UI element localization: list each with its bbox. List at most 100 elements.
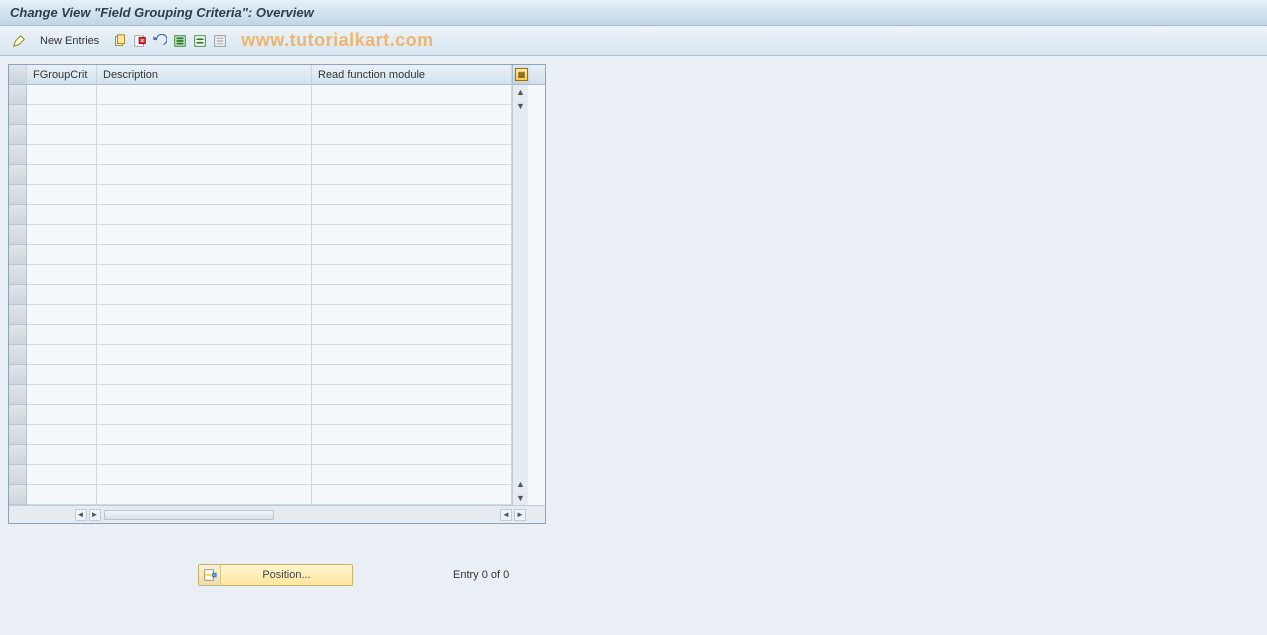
cell-description[interactable] — [97, 485, 312, 505]
cell-fgroupcrit[interactable] — [27, 185, 97, 205]
row-selector[interactable] — [9, 445, 27, 465]
cell-description[interactable] — [97, 125, 312, 145]
cell-fgroupcrit[interactable] — [27, 85, 97, 105]
cell-description[interactable] — [97, 225, 312, 245]
scroll-up-step-icon[interactable]: ▼ — [514, 99, 528, 113]
row-selector[interactable] — [9, 285, 27, 305]
toggle-change-icon[interactable] — [10, 32, 28, 50]
row-selector[interactable] — [9, 325, 27, 345]
row-selector[interactable] — [9, 185, 27, 205]
row-selector[interactable] — [9, 225, 27, 245]
cell-description[interactable] — [97, 265, 312, 285]
column-header-description[interactable]: Description — [97, 65, 312, 84]
cell-description[interactable] — [97, 325, 312, 345]
cell-read-function[interactable] — [312, 325, 512, 345]
table-settings-button[interactable]: ▦ — [512, 65, 530, 84]
row-selector[interactable] — [9, 125, 27, 145]
scroll-up-arrow-icon[interactable]: ▲ — [514, 85, 528, 99]
hscroll-right-arrow-icon[interactable]: ► — [89, 509, 101, 521]
column-header-read-function[interactable]: Read function module — [312, 65, 512, 84]
cell-description[interactable] — [97, 465, 312, 485]
vertical-scrollbar[interactable]: ▲ ▼ ▲ ▼ — [512, 85, 528, 505]
row-selector[interactable] — [9, 385, 27, 405]
row-selector[interactable] — [9, 365, 27, 385]
row-select-all[interactable] — [9, 65, 27, 84]
deselect-all-icon[interactable] — [211, 32, 229, 50]
select-block-icon[interactable] — [191, 32, 209, 50]
cell-fgroupcrit[interactable] — [27, 105, 97, 125]
cell-description[interactable] — [97, 245, 312, 265]
row-selector[interactable] — [9, 245, 27, 265]
cell-description[interactable] — [97, 105, 312, 125]
cell-description[interactable] — [97, 305, 312, 325]
row-selector[interactable] — [9, 345, 27, 365]
cell-read-function[interactable] — [312, 85, 512, 105]
row-selector[interactable] — [9, 405, 27, 425]
row-selector[interactable] — [9, 485, 27, 505]
cell-fgroupcrit[interactable] — [27, 245, 97, 265]
row-selector[interactable] — [9, 205, 27, 225]
cell-fgroupcrit[interactable] — [27, 445, 97, 465]
cell-read-function[interactable] — [312, 425, 512, 445]
hscroll-track-right[interactable]: ◄ ► — [279, 509, 530, 521]
cell-read-function[interactable] — [312, 125, 512, 145]
cell-read-function[interactable] — [312, 105, 512, 125]
new-entries-button[interactable]: New Entries — [34, 33, 105, 49]
cell-read-function[interactable] — [312, 145, 512, 165]
cell-description[interactable] — [97, 425, 312, 445]
row-selector[interactable] — [9, 145, 27, 165]
cell-fgroupcrit[interactable] — [27, 285, 97, 305]
cell-description[interactable] — [97, 145, 312, 165]
row-selector[interactable] — [9, 465, 27, 485]
hscroll-thumb[interactable] — [104, 510, 274, 520]
cell-read-function[interactable] — [312, 485, 512, 505]
cell-read-function[interactable] — [312, 305, 512, 325]
cell-fgroupcrit[interactable] — [27, 125, 97, 145]
cell-fgroupcrit[interactable] — [27, 205, 97, 225]
cell-description[interactable] — [97, 385, 312, 405]
cell-read-function[interactable] — [312, 265, 512, 285]
hscroll-left-arrow-icon[interactable]: ◄ — [75, 509, 87, 521]
scroll-down-step-icon[interactable]: ▲ — [514, 477, 528, 491]
row-selector[interactable] — [9, 265, 27, 285]
cell-read-function[interactable] — [312, 365, 512, 385]
hscroll-left-arrow-2-icon[interactable]: ◄ — [500, 509, 512, 521]
cell-fgroupcrit[interactable] — [27, 165, 97, 185]
cell-fgroupcrit[interactable] — [27, 145, 97, 165]
cell-read-function[interactable] — [312, 165, 512, 185]
cell-fgroupcrit[interactable] — [27, 385, 97, 405]
scroll-down-arrow-icon[interactable]: ▼ — [514, 491, 528, 505]
cell-fgroupcrit[interactable] — [27, 365, 97, 385]
cell-description[interactable] — [97, 165, 312, 185]
cell-read-function[interactable] — [312, 185, 512, 205]
cell-description[interactable] — [97, 365, 312, 385]
cell-read-function[interactable] — [312, 245, 512, 265]
cell-fgroupcrit[interactable] — [27, 485, 97, 505]
undo-change-icon[interactable] — [151, 32, 169, 50]
cell-description[interactable] — [97, 405, 312, 425]
position-button[interactable]: Position... — [198, 564, 353, 586]
row-selector[interactable] — [9, 425, 27, 445]
cell-read-function[interactable] — [312, 285, 512, 305]
column-header-fgroupcrit[interactable]: FGroupCrit — [27, 65, 97, 84]
cell-fgroupcrit[interactable] — [27, 425, 97, 445]
cell-read-function[interactable] — [312, 405, 512, 425]
cell-fgroupcrit[interactable] — [27, 265, 97, 285]
row-selector[interactable] — [9, 305, 27, 325]
row-selector[interactable] — [9, 105, 27, 125]
select-all-icon[interactable] — [171, 32, 189, 50]
cell-read-function[interactable] — [312, 205, 512, 225]
row-selector[interactable] — [9, 85, 27, 105]
cell-description[interactable] — [97, 345, 312, 365]
cell-fgroupcrit[interactable] — [27, 345, 97, 365]
cell-fgroupcrit[interactable] — [27, 305, 97, 325]
cell-fgroupcrit[interactable] — [27, 465, 97, 485]
cell-fgroupcrit[interactable] — [27, 325, 97, 345]
cell-description[interactable] — [97, 285, 312, 305]
cell-read-function[interactable] — [312, 385, 512, 405]
delete-icon[interactable] — [131, 32, 149, 50]
cell-fgroupcrit[interactable] — [27, 405, 97, 425]
hscroll-track-left[interactable]: ◄ ► — [27, 509, 278, 521]
cell-fgroupcrit[interactable] — [27, 225, 97, 245]
cell-description[interactable] — [97, 85, 312, 105]
